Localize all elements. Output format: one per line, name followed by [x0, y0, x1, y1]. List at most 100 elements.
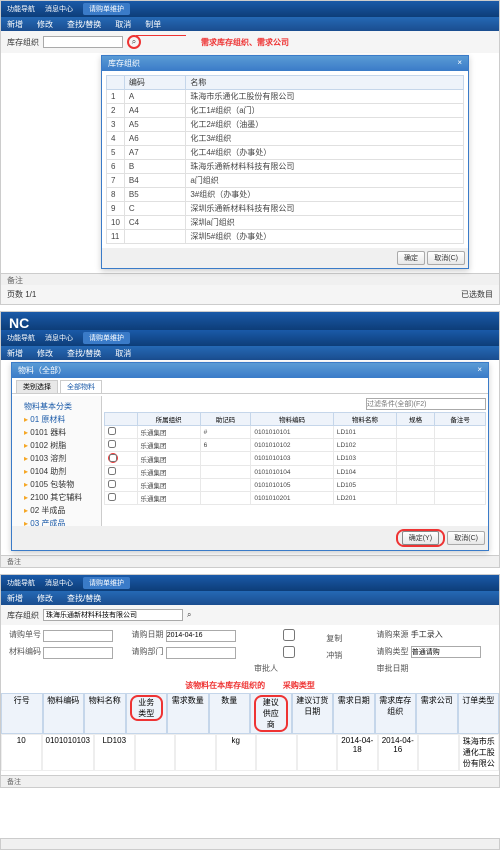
mat-col: 助记码	[200, 413, 251, 426]
det-cell[interactable]	[175, 734, 216, 771]
search-button-circled[interactable]: ⌕	[127, 35, 141, 49]
tb-cancel[interactable]: 取消	[115, 19, 131, 30]
annotation-2a: 该物料在本库存组织的	[185, 681, 265, 690]
tree-node[interactable]: ▸ 03 产成品	[16, 517, 97, 526]
tb-new-3[interactable]: 新增	[7, 593, 23, 604]
tree-node[interactable]: ▸ 01 原材料	[16, 413, 97, 426]
mat-row[interactable]: 乐通集团0101010103LD103	[105, 452, 486, 466]
menu-msg-3[interactable]: 消息中心	[45, 578, 73, 588]
org-row[interactable]: 9C深圳乐通新材料科技有限公司	[107, 202, 464, 216]
tb-make[interactable]: 制单	[145, 19, 161, 30]
mat-row[interactable]: 乐通集团#0101010101LD101	[105, 426, 486, 439]
menu-msg-2[interactable]: 消息中心	[45, 333, 73, 343]
org-input-3[interactable]	[43, 609, 183, 621]
lab-date: 请购日期	[132, 630, 164, 639]
org-row[interactable]: 5A7化工4#组织（办事处）	[107, 146, 464, 160]
lab-src: 请购来源	[377, 630, 409, 639]
mat-row[interactable]: 乐通集团0101010201LD201	[105, 492, 486, 505]
tb-new-2[interactable]: 新增	[7, 348, 23, 359]
org-row[interactable]: 2A4化工1#组织（a门）	[107, 104, 464, 118]
cancel-button-2[interactable]: 取消(C)	[447, 531, 485, 545]
active-tab-2[interactable]: 请购单维护	[83, 332, 130, 344]
tree-node[interactable]: ▸ 0103 溶剂	[16, 452, 97, 465]
close-icon[interactable]: ×	[477, 365, 482, 376]
active-tab[interactable]: 请购单维护	[83, 3, 130, 15]
det-cell[interactable]: 10	[1, 734, 42, 771]
tree-node[interactable]: ▸ 0104 助剂	[16, 465, 97, 478]
org-row[interactable]: 10C4深圳a门组织	[107, 216, 464, 230]
det-cell[interactable]: 珠海市乐通化工股份有限公	[459, 734, 500, 771]
menu-msg[interactable]: 消息中心	[45, 4, 73, 14]
tb-edit[interactable]: 修改	[37, 19, 53, 30]
org-input[interactable]	[43, 36, 123, 48]
tree-node[interactable]: ▸ 0102 树脂	[16, 439, 97, 452]
org-row[interactable]: 4A6化工3#组织	[107, 132, 464, 146]
tb-new[interactable]: 新增	[7, 19, 23, 30]
filter-input[interactable]	[366, 398, 486, 410]
tb-edit-3[interactable]: 修改	[37, 593, 53, 604]
ok-button[interactable]: 确定	[397, 251, 425, 265]
menu-nav-3[interactable]: 功能导航	[7, 578, 35, 588]
mat-col: 物料名称	[333, 413, 396, 426]
org-row[interactable]: 8B53#组织（办事处）	[107, 188, 464, 202]
det-cell[interactable]: 2014-04-18	[337, 734, 378, 771]
tree-node[interactable]: ▸ 02 半成品	[16, 504, 97, 517]
mat-row[interactable]: 乐通集团0101010104LD104	[105, 466, 486, 479]
det-cell[interactable]: 2014-04-16	[378, 734, 419, 771]
tb-edit-2[interactable]: 修改	[37, 348, 53, 359]
det-col: 数量	[209, 693, 251, 734]
inp-dept[interactable]	[166, 647, 236, 659]
det-cell[interactable]: 0101010103	[42, 734, 95, 771]
chk-offset[interactable]	[254, 646, 324, 658]
det-cell[interactable]	[135, 734, 176, 771]
det-col: 业务类型	[126, 693, 168, 734]
section-3: 功能导航 消息中心 请购单维护 新增 修改 查找/替换 库存组织 ⌕ 请购单号 …	[0, 574, 500, 788]
detail-header: 行号物料编码物料名称业务类型需求数量数量建议供应商建议订货日期需求日期需求库存组…	[1, 693, 499, 734]
tb-cancel-2[interactable]: 取消	[115, 348, 131, 359]
active-tab-3[interactable]: 请购单维护	[83, 577, 130, 589]
org-row-3: 库存组织 ⌕	[1, 605, 499, 625]
mat-row[interactable]: 乐通集团0101010105LD105	[105, 479, 486, 492]
search-icon[interactable]: ⌕	[187, 610, 191, 620]
det-cell[interactable]: kg	[216, 734, 257, 771]
tab-all[interactable]: 全部物料	[60, 380, 102, 393]
inp-matcode[interactable]	[43, 647, 113, 659]
inp-date[interactable]	[166, 630, 236, 642]
det-cell[interactable]	[418, 734, 459, 771]
det-col: 建议订货日期	[292, 693, 334, 734]
tb-find-2[interactable]: 查找/替换	[67, 348, 101, 359]
ok-button-circled[interactable]: 确定(Y)	[396, 529, 445, 547]
org-row[interactable]: 1A珠海市乐通化工股份有限公司	[107, 90, 464, 104]
mat-row[interactable]: 乐通集团60101010102LD102	[105, 439, 486, 452]
pager-row: 页数 1/1 已选数目	[1, 285, 499, 304]
org-row[interactable]: 3A5化工2#组织（油墨）	[107, 118, 464, 132]
tree-node[interactable]: ▸ 2100 其它辅料	[16, 491, 97, 504]
material-tree: 物料基本分类▸ 01 原材料▸ 0101 器料▸ 0102 树脂▸ 0103 溶…	[12, 396, 102, 526]
tab-category[interactable]: 类别选择	[16, 380, 58, 393]
tree-node[interactable]: 物料基本分类	[16, 400, 97, 413]
footer-1: 备注	[1, 273, 499, 285]
inp-type[interactable]	[411, 646, 481, 658]
tb-find[interactable]: 查找/替换	[67, 19, 101, 30]
org-dialog: 库存组织 × 编码 名称 1A珠海市乐通化工股份有限公司2A4化工1#组织（a门…	[101, 55, 469, 269]
cancel-button[interactable]: 取消(C)	[427, 251, 465, 265]
inp-reqno[interactable]	[43, 630, 113, 642]
menu-nav-2[interactable]: 功能导航	[7, 333, 35, 343]
org-row[interactable]: 7B4a门组织	[107, 174, 464, 188]
close-icon[interactable]: ×	[457, 58, 462, 69]
toolbar-2: 新增 修改 查找/替换 取消	[1, 346, 499, 360]
annotation-1: 需求库存组织、需求公司	[201, 37, 289, 48]
org-row[interactable]: 6B珠海乐通新材料科技有限公司	[107, 160, 464, 174]
search-icon: ⌕	[132, 37, 136, 47]
tree-node[interactable]: ▸ 0101 器料	[16, 426, 97, 439]
det-cell[interactable]	[297, 734, 338, 771]
material-grid: 所属组织助记码物料编码物料名称规格备注号 乐通集团#0101010101LD10…	[104, 412, 486, 505]
tree-node[interactable]: ▸ 0105 包装物	[16, 478, 97, 491]
footer-2: 备注	[1, 555, 499, 567]
menu-nav[interactable]: 功能导航	[7, 4, 35, 14]
tb-find-3[interactable]: 查找/替换	[67, 593, 101, 604]
org-row[interactable]: 11深圳5#组织（办事处）	[107, 230, 464, 244]
chk-copy[interactable]	[254, 629, 324, 641]
det-cell[interactable]: LD103	[94, 734, 135, 771]
det-cell[interactable]	[256, 734, 297, 771]
